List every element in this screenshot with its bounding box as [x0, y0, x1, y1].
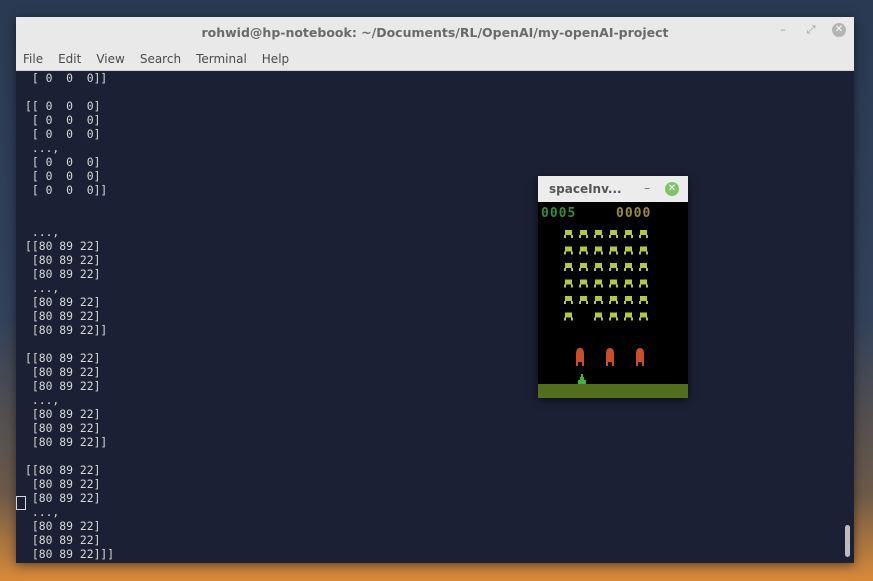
- terminal-line: ...,: [25, 281, 60, 295]
- terminal-line: [80 89 22]: [25, 533, 101, 547]
- terminal-title: rohwid@hp-notebook: ~/Documents/RL/OpenA…: [201, 24, 669, 40]
- space-invaders-window: spaceInv... – ✕ 0005 0000: [538, 176, 688, 398]
- terminal-line: ...,: [25, 505, 60, 519]
- terminal-titlebar[interactable]: rohwid@hp-notebook: ~/Documents/RL/OpenA…: [16, 17, 854, 47]
- terminal-line: [ 0 0 0]: [25, 127, 101, 141]
- terminal-line: [[80 89 22]: [25, 239, 101, 253]
- terminal-line: [[ 0 0 0]: [25, 99, 101, 113]
- terminal-output[interactable]: [ 0 0 0]] [[ 0 0 0] [ 0 0 0] [ 0 0 0] ...…: [16, 71, 851, 563]
- terminal-line: [[80 89 22]: [25, 351, 101, 365]
- terminal-line: [80 89 22]: [25, 309, 101, 323]
- menu-edit[interactable]: Edit: [58, 52, 81, 66]
- terminal-line: ...,: [25, 393, 60, 407]
- game-titlebar[interactable]: spaceInv... – ✕: [538, 176, 688, 202]
- menu-terminal[interactable]: Terminal: [196, 52, 247, 66]
- ground: [538, 384, 688, 398]
- terminal-line: ...,: [25, 225, 60, 239]
- terminal-line: [80 89 22]: [25, 379, 101, 393]
- menu-bar: File Edit View Search Terminal Help: [16, 47, 854, 71]
- terminal-line: [80 89 22]: [25, 491, 101, 505]
- game-screen: 0005 0000: [538, 202, 688, 398]
- terminal-line: [80 89 22]: [25, 267, 101, 281]
- terminal-line: [[80 89 22]: [25, 463, 101, 477]
- terminal-line: [80 89 22]: [25, 253, 101, 267]
- menu-help[interactable]: Help: [262, 52, 289, 66]
- terminal-line: [80 89 22]: [25, 365, 101, 379]
- terminal-line: [80 89 22]: [25, 295, 101, 309]
- terminal-line: [ 0 0 0]: [25, 155, 101, 169]
- terminal-line: [ 0 0 0]: [25, 169, 101, 183]
- game-minimize-button[interactable]: –: [644, 181, 650, 195]
- terminal-line: [80 89 22]]: [25, 435, 108, 449]
- menu-view[interactable]: View: [96, 52, 124, 66]
- terminal-window: rohwid@hp-notebook: ~/Documents/RL/OpenA…: [16, 17, 854, 563]
- terminal-line: [80 89 22]: [25, 421, 101, 435]
- terminal-line: [80 89 22]: [25, 519, 101, 533]
- menu-search[interactable]: Search: [140, 52, 181, 66]
- terminal-line: [ 0 0 0]]: [25, 71, 108, 85]
- terminal-line: [80 89 22]]]: [25, 547, 115, 561]
- minimize-button[interactable]: –: [776, 23, 790, 37]
- close-button[interactable]: ✕: [832, 23, 846, 37]
- menu-file[interactable]: File: [23, 52, 43, 66]
- score-right: 0000: [616, 206, 651, 221]
- maximize-button[interactable]: ⤢: [804, 23, 818, 37]
- game-title: spaceInv...: [549, 182, 622, 196]
- game-close-button[interactable]: ✕: [665, 182, 679, 196]
- terminal-line: ...,: [25, 141, 60, 155]
- terminal-line: [80 89 22]: [25, 407, 101, 421]
- scrollbar[interactable]: [845, 525, 850, 557]
- terminal-line: [80 89 22]: [25, 477, 101, 491]
- terminal-line: [ 0 0 0]: [25, 113, 101, 127]
- score-left: 0005: [541, 206, 576, 221]
- text-cursor: [16, 496, 26, 510]
- terminal-line: [80 89 22]]: [25, 323, 108, 337]
- terminal-line: [ 0 0 0]]: [25, 183, 108, 197]
- window-controls: – ⤢ ✕: [776, 23, 846, 37]
